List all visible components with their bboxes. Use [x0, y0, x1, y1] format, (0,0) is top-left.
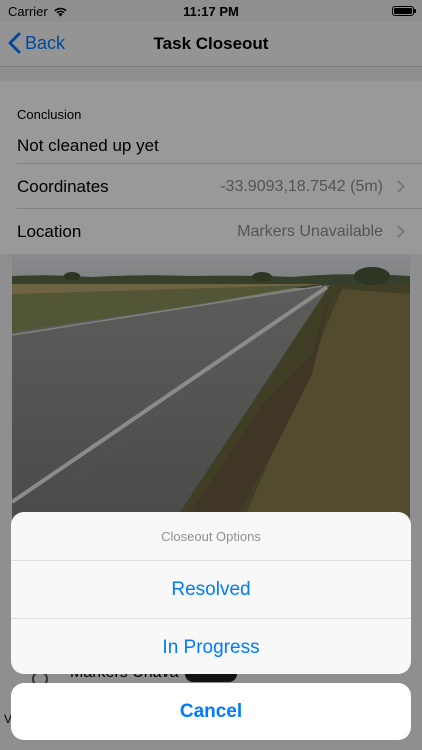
- action-sheet: Closeout Options Resolved In Progress: [11, 512, 411, 674]
- cancel-button[interactable]: Cancel: [11, 683, 411, 740]
- resolved-option[interactable]: Resolved: [11, 561, 411, 619]
- in-progress-option[interactable]: In Progress: [11, 619, 411, 674]
- action-sheet-title: Closeout Options: [11, 512, 411, 561]
